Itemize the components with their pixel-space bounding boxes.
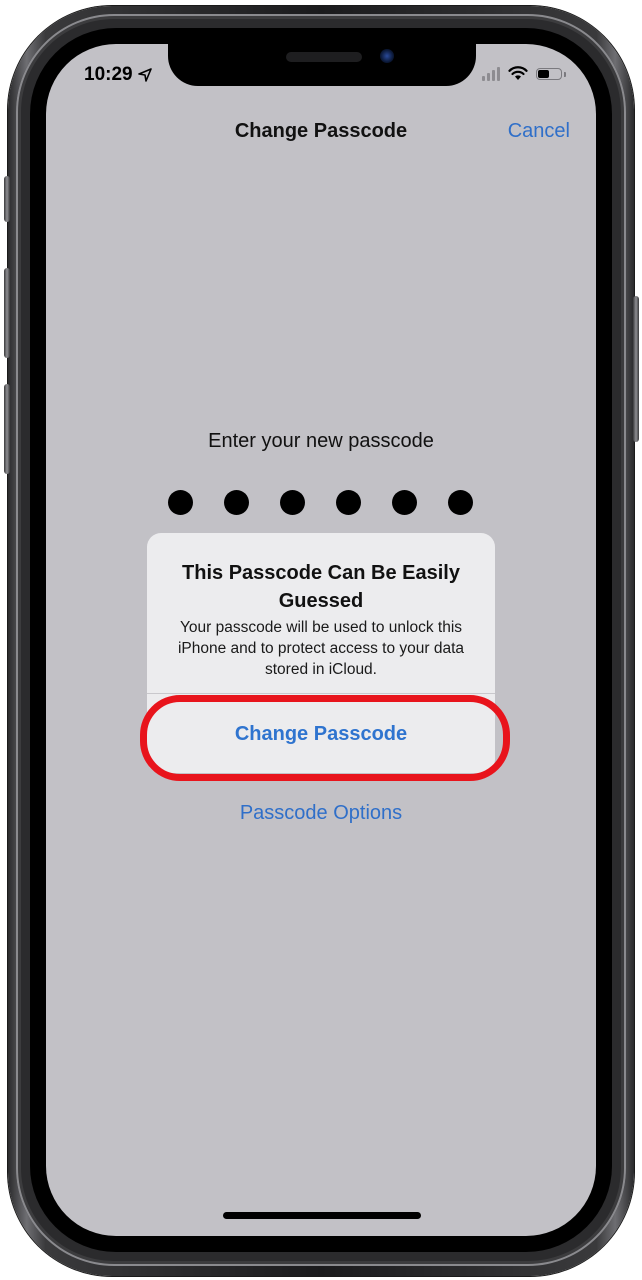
screen: 10:29 Change Passcode Cancel Enter your … (46, 44, 596, 1236)
alert-message: Your passcode will be used to unlock thi… (177, 619, 465, 678)
status-bar-time: 10:29 (84, 64, 152, 86)
location-arrow-icon (137, 68, 152, 82)
change-passcode-button[interactable]: Change Passcode (147, 694, 495, 773)
cancel-button[interactable]: Cancel (508, 120, 570, 143)
earpiece-speaker (286, 52, 362, 62)
silent-switch (4, 176, 10, 222)
battery-tip (564, 71, 566, 77)
passcode-dot (280, 490, 305, 515)
cellular-signal-icon (482, 66, 500, 81)
passcode-dot (168, 490, 193, 515)
wifi-icon (508, 66, 528, 80)
alert-title: This Passcode Can Be Easily Guessed (182, 562, 460, 612)
side-button (633, 296, 639, 442)
passcode-dot (336, 490, 361, 515)
volume-up-button (4, 268, 10, 358)
passcode-dot (224, 490, 249, 515)
status-bar-icons (482, 66, 566, 81)
passcode-prompt: Enter your new passcode (208, 430, 434, 452)
passcode-dot (392, 490, 417, 515)
time-label: 10:29 (84, 64, 133, 85)
passcode-options-link[interactable]: Passcode Options (46, 802, 596, 825)
battery-icon (536, 67, 566, 80)
volume-down-button (4, 384, 10, 474)
passcode-dot (448, 490, 473, 515)
alert-dialog: This Passcode Can Be Easily Guessed Your… (147, 533, 495, 773)
home-indicator[interactable] (223, 1212, 421, 1219)
battery-level-fill (538, 69, 549, 78)
notch (168, 44, 476, 86)
passcode-dots (168, 490, 473, 515)
front-camera (380, 49, 394, 63)
